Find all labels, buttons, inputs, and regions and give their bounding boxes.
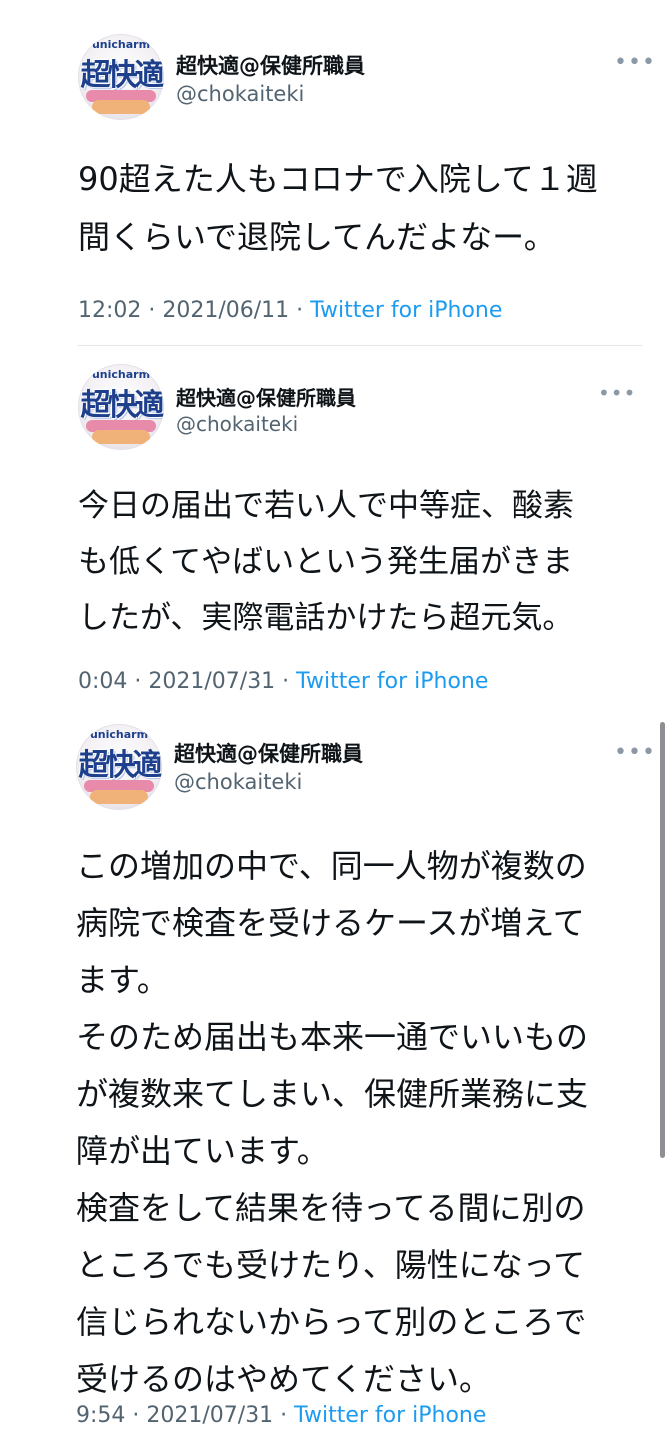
avatar[interactable]: unicharm 超快適	[76, 724, 162, 810]
author-handle[interactable]: @chokaiteki	[176, 412, 298, 436]
tweet-source-link[interactable]: Twitter for iPhone	[310, 298, 502, 323]
more-options-icon[interactable]: •••	[614, 52, 656, 74]
tweet-text: 今日の届出で若い人で中等症、酸素 も低くてやばいという発生届がきま したが、実際…	[78, 488, 574, 636]
author-name[interactable]: 超快適@保健所職員	[176, 382, 356, 411]
avatar-pad	[90, 790, 148, 804]
tweet-meta: 0:04 · 2021/07/31 · Twitter for iPhone	[78, 669, 488, 694]
avatar-pad	[92, 430, 150, 444]
more-options-icon[interactable]: •••	[614, 742, 656, 764]
tweet-text: 90超えた人もコロナで入院して１週 間くらいで退院してんだよなー。	[78, 160, 598, 256]
avatar-pad	[92, 100, 150, 114]
tweet-source-link[interactable]: Twitter for iPhone	[296, 669, 488, 694]
tweet-1[interactable]: unicharm 超快適 超快適@保健所職員 @chokaiteki ••• 9…	[0, 0, 668, 345]
tweet-2[interactable]: unicharm 超快適 超快適@保健所職員 @chokaiteki ••• 今…	[0, 346, 668, 706]
author-handle[interactable]: @chokaiteki	[176, 82, 304, 106]
tweet-meta: 12:02 · 2021/06/11 · Twitter for iPhone	[78, 298, 502, 323]
tweet-text: この増加の中で、同一人物が複数の 病院で検査を受けるケースが増えて ます。 その…	[76, 847, 589, 1398]
avatar-logo-text: 超快適	[80, 58, 165, 93]
author-name[interactable]: 超快適@保健所職員	[174, 738, 363, 768]
avatar-logo-text: 超快適	[78, 748, 163, 783]
avatar-logo-text: 超快適	[80, 388, 165, 423]
scrollbar[interactable]	[660, 722, 665, 1158]
tweet-timestamp[interactable]: 0:04 · 2021/07/31 ·	[78, 669, 296, 694]
avatar[interactable]: unicharm 超快適	[78, 364, 164, 450]
tweet-3[interactable]: unicharm 超快適 超快適@保健所職員 @chokaiteki ••• こ…	[0, 706, 668, 1447]
tweet-timestamp[interactable]: 9:54 · 2021/07/31 ·	[76, 1403, 294, 1428]
avatar[interactable]: unicharm 超快適	[78, 34, 164, 120]
tweet-timestamp[interactable]: 12:02 · 2021/06/11 ·	[78, 298, 310, 323]
author-name[interactable]: 超快適@保健所職員	[176, 50, 365, 80]
more-options-icon[interactable]: •••	[598, 383, 636, 403]
author-handle[interactable]: @chokaiteki	[174, 770, 302, 794]
tweet-meta: 9:54 · 2021/07/31 · Twitter for iPhone	[76, 1403, 486, 1428]
tweet-source-link[interactable]: Twitter for iPhone	[294, 1403, 486, 1428]
